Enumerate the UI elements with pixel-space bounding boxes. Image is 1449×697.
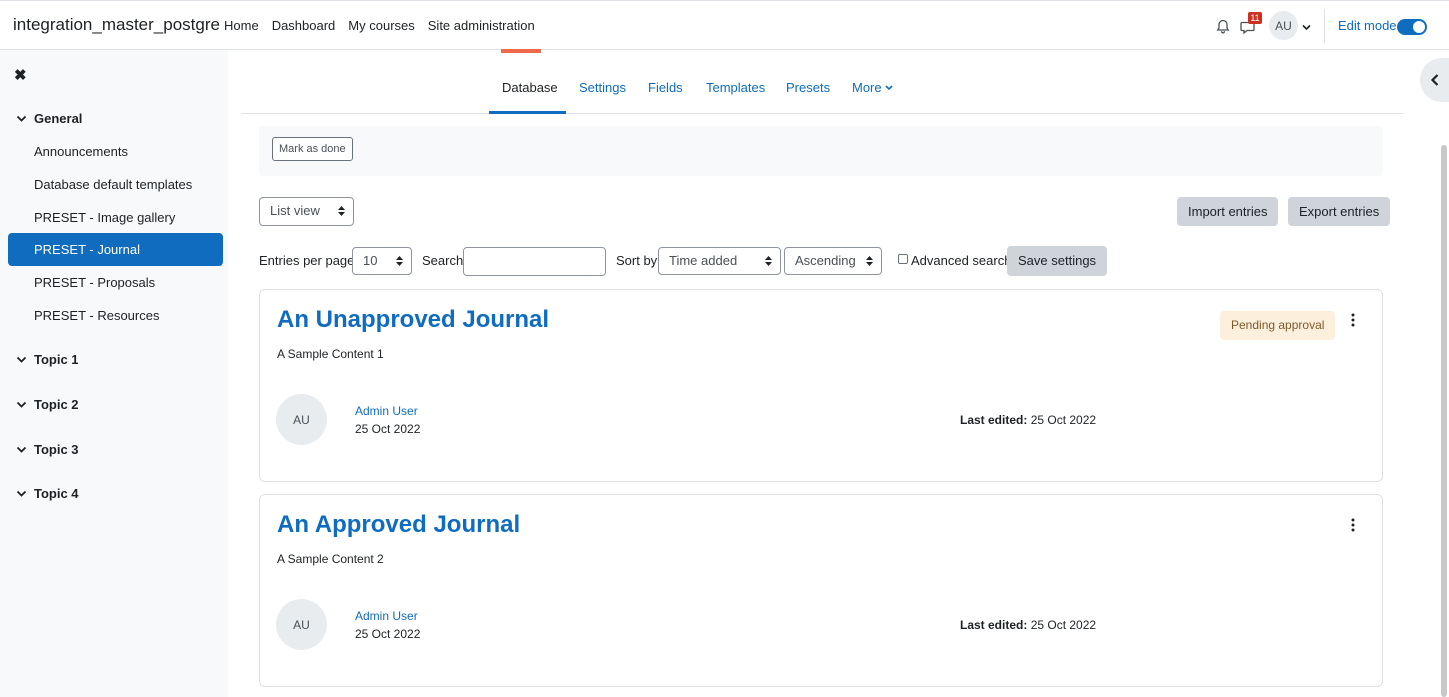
- site-brand[interactable]: integration_master_postgre: [13, 15, 220, 35]
- last-edited-value: 25 Oct 2022: [1030, 618, 1097, 632]
- chevron-left-icon: [1430, 74, 1439, 86]
- tab-more[interactable]: More: [852, 80, 893, 95]
- entry-date: 25 Oct 2022: [355, 422, 421, 436]
- kebab-menu-icon[interactable]: [1350, 518, 1356, 532]
- search-label: Search: [422, 253, 464, 268]
- sort-by-select[interactable]: Time added: [658, 247, 781, 275]
- block-drawer-toggle[interactable]: [1420, 58, 1449, 102]
- page-scrollbar[interactable]: [1441, 145, 1447, 697]
- entry-title[interactable]: An Unapproved Journal: [277, 306, 549, 334]
- chevron-down-icon: [16, 401, 27, 408]
- nav-my-courses[interactable]: My courses: [348, 18, 414, 33]
- drawer-item-database-default-templates[interactable]: Database default templates: [34, 177, 192, 192]
- primary-navigation: Home Dashboard My courses Site administr…: [224, 18, 548, 33]
- section-topic-2[interactable]: Topic 2: [16, 397, 79, 412]
- section-title: General: [34, 111, 83, 126]
- top-navbar: integration_master_postgre Home Dashboar…: [0, 0, 1449, 50]
- last-edited-label: Last edited:: [960, 618, 1028, 632]
- chevron-down-icon: [885, 84, 893, 90]
- section-title: Topic 3: [34, 442, 79, 457]
- view-select-value: List view: [270, 203, 320, 218]
- activity-completion: Mark as done: [259, 126, 1383, 176]
- export-entries-button[interactable]: Export entries: [1288, 197, 1391, 226]
- sort-by-value: Time added: [669, 253, 738, 268]
- avatar: AU: [276, 599, 327, 650]
- tab-presets[interactable]: Presets: [786, 80, 830, 95]
- chevron-down-icon: [16, 356, 27, 363]
- author-link[interactable]: Admin User: [355, 404, 418, 418]
- advanced-search-checkbox[interactable]: [898, 254, 908, 264]
- advanced-search-label[interactable]: Advanced search: [911, 253, 1011, 268]
- section-title: Topic 2: [34, 397, 79, 412]
- tab-database[interactable]: Database: [502, 80, 558, 95]
- entries-per-page-select[interactable]: 10: [352, 247, 412, 275]
- section-title: Topic 4: [34, 486, 79, 501]
- chevron-down-icon[interactable]: [1302, 19, 1311, 34]
- chevron-down-icon: [16, 115, 27, 122]
- secondary-navigation: Database Settings Fields Templates Prese…: [241, 68, 1403, 114]
- user-avatar[interactable]: AU: [1269, 11, 1298, 40]
- last-edited: Last edited: 25 Oct 2022: [960, 413, 1096, 427]
- author-link[interactable]: Admin User: [355, 609, 418, 623]
- tab-templates[interactable]: Templates: [706, 80, 765, 95]
- view-select[interactable]: List view: [259, 197, 354, 226]
- sort-order-value: Ascending: [795, 253, 856, 268]
- drawer-item-preset-journal[interactable]: PRESET - Journal: [8, 233, 223, 266]
- status-badge: Pending approval: [1220, 311, 1336, 340]
- edit-mode-toggle[interactable]: [1397, 19, 1427, 35]
- tab-settings[interactable]: Settings: [579, 80, 626, 95]
- search-input[interactable]: [463, 247, 606, 276]
- navbar-divider: [1324, 9, 1325, 43]
- section-topic-1[interactable]: Topic 1: [16, 352, 79, 367]
- section-general[interactable]: General: [16, 111, 82, 126]
- drawer-item-preset-resources[interactable]: PRESET - Resources: [34, 308, 159, 323]
- chevron-down-icon: [16, 490, 27, 497]
- course-index-drawer: ✖ General Announcements Database default…: [0, 50, 228, 697]
- import-entries-button[interactable]: Import entries: [1177, 197, 1279, 226]
- active-tab-indicator: [489, 111, 566, 114]
- select-caret-icon: [866, 256, 873, 266]
- entry-content: A Sample Content 1: [277, 347, 384, 361]
- kebab-menu-icon[interactable]: [1350, 313, 1356, 327]
- entries-per-page-label: Entries per page: [259, 253, 355, 268]
- section-topic-3[interactable]: Topic 3: [16, 442, 79, 457]
- mark-as-done-button[interactable]: Mark as done: [272, 137, 353, 161]
- entry-content: A Sample Content 2: [277, 552, 384, 566]
- last-edited: Last edited: 25 Oct 2022: [960, 618, 1096, 632]
- tab-more-label: More: [852, 80, 882, 95]
- select-caret-icon: [765, 256, 772, 266]
- messages-chat-icon[interactable]: 11: [1235, 12, 1262, 39]
- notifications-bell-icon[interactable]: [1210, 13, 1236, 39]
- drawer-item-preset-image-gallery[interactable]: PRESET - Image gallery: [34, 210, 175, 225]
- nav-site-administration[interactable]: Site administration: [428, 18, 535, 33]
- message-count-badge: 11: [1248, 12, 1262, 24]
- save-settings-button[interactable]: Save settings: [1007, 246, 1108, 276]
- entry-card: An Approved Journal A Sample Content 2 A…: [259, 494, 1383, 687]
- chevron-down-icon: [16, 446, 27, 453]
- drawer-item-preset-proposals[interactable]: PRESET - Proposals: [34, 275, 155, 290]
- select-caret-icon: [396, 256, 403, 266]
- sort-by-label: Sort by: [616, 253, 658, 268]
- activity-icon-stub: [501, 49, 541, 53]
- edit-mode-label[interactable]: Edit mode: [1338, 18, 1397, 33]
- nav-dashboard[interactable]: Dashboard: [272, 18, 336, 33]
- entry-date: 25 Oct 2022: [355, 627, 421, 641]
- section-topic-4[interactable]: Topic 4: [16, 486, 79, 501]
- avatar: AU: [276, 394, 327, 445]
- entry-title[interactable]: An Approved Journal: [277, 511, 520, 539]
- close-icon[interactable]: ✖: [14, 66, 27, 84]
- tab-fields[interactable]: Fields: [648, 80, 683, 95]
- entry-card: An Unapproved Journal A Sample Content 1…: [259, 289, 1383, 482]
- last-edited-label: Last edited:: [960, 413, 1028, 427]
- select-caret-icon: [338, 206, 345, 216]
- nav-home[interactable]: Home: [224, 18, 259, 33]
- sort-order-select[interactable]: Ascending: [784, 247, 882, 275]
- drawer-item-announcements[interactable]: Announcements: [34, 144, 128, 159]
- last-edited-value: 25 Oct 2022: [1030, 413, 1097, 427]
- entries-per-page-value: 10: [363, 253, 378, 268]
- section-title: Topic 1: [34, 352, 79, 367]
